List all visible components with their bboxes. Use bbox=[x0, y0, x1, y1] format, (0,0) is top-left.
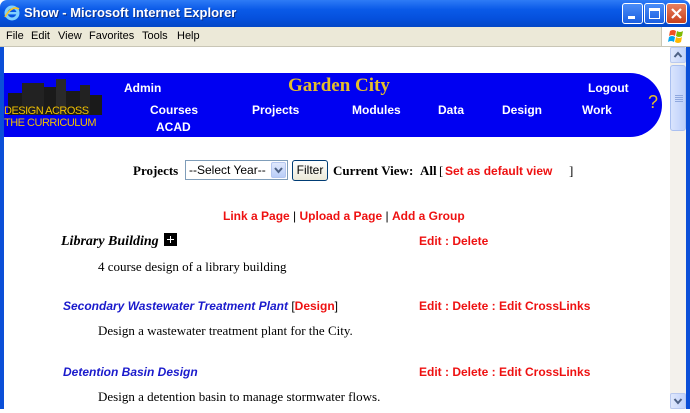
menu-bar: File Edit View Favorites Tools Help bbox=[0, 27, 690, 47]
separator: | bbox=[382, 209, 392, 223]
filter-button[interactable]: Filter bbox=[292, 160, 328, 181]
grip-line bbox=[675, 101, 683, 102]
grip-line bbox=[675, 97, 683, 98]
project-title-text: Library Building bbox=[61, 234, 159, 249]
window-frame-right bbox=[686, 47, 690, 409]
nav-acad[interactable]: ACAD bbox=[156, 120, 191, 134]
bracket-close: ] bbox=[569, 163, 574, 178]
menu-edit[interactable]: Edit bbox=[31, 30, 50, 42]
window-title: Show - Microsoft Internet Explorer bbox=[24, 5, 237, 20]
vertical-scrollbar[interactable] bbox=[670, 47, 686, 409]
nav-modules[interactable]: Modules bbox=[352, 103, 401, 117]
logo-line2: THE CURRICULUM bbox=[4, 117, 97, 129]
upload-page-link[interactable]: Upload a Page bbox=[300, 209, 383, 223]
bracket-open: [ bbox=[439, 163, 444, 178]
design-link-group: [Design] bbox=[287, 299, 339, 313]
ie-icon bbox=[4, 5, 20, 21]
project-description: 4 course design of a library building bbox=[98, 259, 287, 274]
menu-favorites[interactable]: Favorites bbox=[89, 30, 134, 42]
design-link[interactable]: Design bbox=[295, 299, 335, 313]
page-content: Admin Courses ACAD Projects Modules Data… bbox=[4, 47, 670, 409]
menu-file[interactable]: File bbox=[6, 30, 24, 42]
project-description: Design a detention basin to manage storm… bbox=[98, 389, 381, 404]
link-page-link[interactable]: Link a Page bbox=[223, 209, 290, 223]
project-title-link[interactable]: Detention Basin Design bbox=[63, 365, 198, 379]
project-title: Detention Basin Design bbox=[63, 365, 198, 379]
project-actions[interactable]: Edit : Delete : Edit CrossLinks bbox=[419, 299, 590, 313]
nav-admin[interactable]: Admin bbox=[124, 81, 161, 95]
project-description: Design a wastewater treatment plant for … bbox=[98, 323, 353, 338]
page-actions: Link a Page | Upload a Page | Add a Grou… bbox=[223, 209, 465, 223]
filter-label: Projects bbox=[133, 163, 179, 178]
scroll-up-button[interactable] bbox=[670, 47, 686, 63]
window-titlebar: Show - Microsoft Internet Explorer bbox=[0, 0, 690, 27]
menu-help[interactable]: Help bbox=[177, 30, 200, 42]
nav-work[interactable]: Work bbox=[582, 103, 612, 117]
nav-projects[interactable]: Projects bbox=[252, 103, 299, 117]
site-logo: DESIGN ACROSS THE CURRICULUM bbox=[4, 73, 122, 137]
maximize-button[interactable] bbox=[644, 3, 665, 24]
nav-data[interactable]: Data bbox=[438, 103, 464, 117]
nav-courses[interactable]: Courses bbox=[150, 103, 198, 117]
minimize-icon bbox=[628, 16, 635, 19]
help-link[interactable]: ? bbox=[648, 92, 658, 113]
nav-logout[interactable]: Logout bbox=[588, 81, 629, 95]
grip-line bbox=[675, 95, 683, 96]
current-view-value: All bbox=[420, 163, 437, 178]
project-actions[interactable]: Edit : Delete bbox=[419, 234, 488, 248]
page-title: Garden City bbox=[288, 75, 390, 96]
chevron-down-icon[interactable] bbox=[271, 162, 286, 178]
project-title-link[interactable]: Secondary Wastewater Treatment Plant bbox=[63, 299, 288, 313]
project-title: Library Building bbox=[61, 233, 178, 250]
current-view-label: Current View: bbox=[333, 163, 414, 178]
year-select[interactable]: --Select Year-- bbox=[185, 160, 288, 180]
year-select-value: --Select Year-- bbox=[189, 163, 266, 177]
add-group-link[interactable]: Add a Group bbox=[392, 209, 465, 223]
grip-line bbox=[675, 99, 683, 100]
logo-line1: DESIGN ACROSS bbox=[4, 105, 89, 117]
close-icon bbox=[671, 8, 682, 19]
scroll-down-icon bbox=[673, 398, 683, 405]
scroll-thumb[interactable] bbox=[670, 65, 686, 131]
scroll-up-icon bbox=[673, 51, 683, 58]
nav-design[interactable]: Design bbox=[502, 103, 542, 117]
maximize-icon bbox=[649, 8, 660, 19]
menu-view[interactable]: View bbox=[58, 30, 82, 42]
plus-box-icon[interactable] bbox=[164, 233, 178, 246]
minimize-button[interactable] bbox=[622, 3, 643, 24]
set-default-view-link[interactable]: Set as default view bbox=[445, 164, 552, 178]
windows-logo-icon bbox=[661, 27, 690, 46]
project-title: Secondary Wastewater Treatment Plant [De… bbox=[63, 299, 338, 313]
scroll-down-button[interactable] bbox=[670, 393, 686, 409]
project-actions[interactable]: Edit : Delete : Edit CrossLinks bbox=[419, 365, 590, 379]
menu-tools[interactable]: Tools bbox=[142, 30, 168, 42]
close-button[interactable] bbox=[666, 3, 687, 24]
separator: | bbox=[289, 209, 300, 223]
